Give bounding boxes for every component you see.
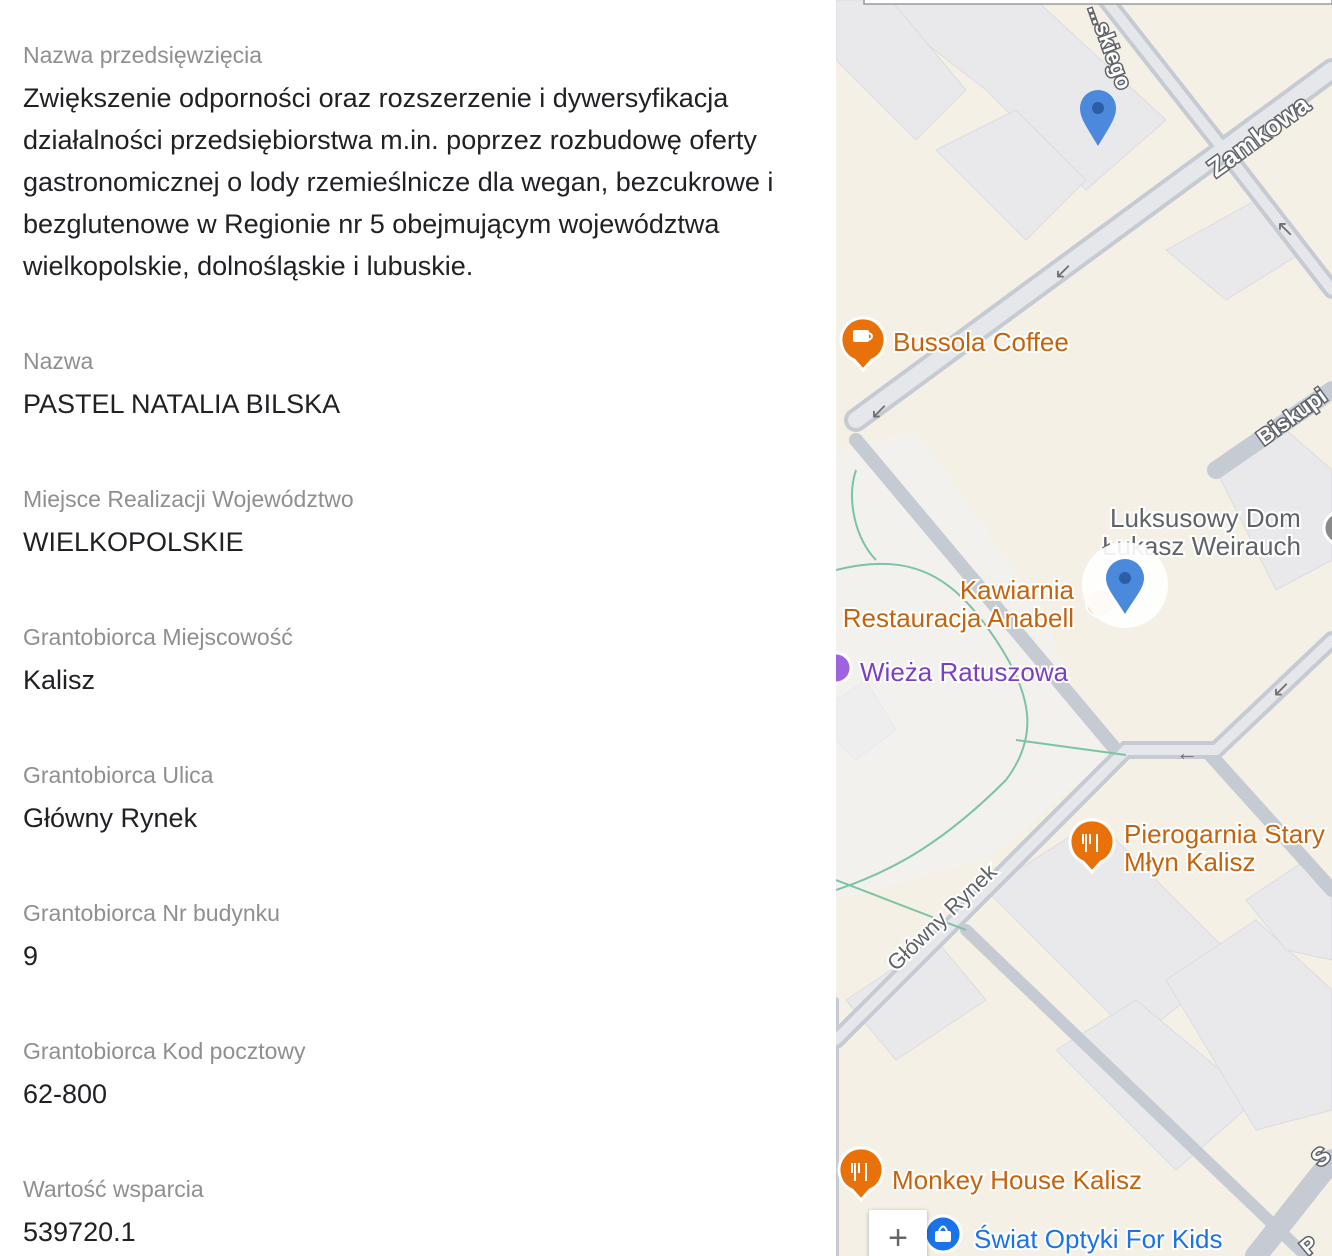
poi-label: Świat Optyki For Kids — [974, 1224, 1223, 1254]
field-label: Grantobiorca Miejscowość — [23, 624, 293, 650]
field-building-number: Grantobiorca Nr budynku 9 — [23, 898, 783, 977]
selected-location-pin-icon[interactable] — [1082, 542, 1168, 628]
field-label: Grantobiorca Ulica — [23, 762, 214, 788]
coffee-icon — [839, 316, 887, 373]
landmark-icon — [836, 651, 853, 685]
field-value: Zwiększenie odporności oraz rozszerzenie… — [23, 83, 774, 281]
field-label: Wartość wsparcia — [23, 1176, 204, 1202]
poi-kawiarnia-anabell[interactable]: Kawiarnia Restauracja Anabell — [841, 573, 1115, 635]
field-project-name: Nazwa przedsięwzięcia Zwiększenie odporn… — [23, 40, 783, 287]
fork-knife-icon — [837, 1146, 885, 1203]
poi-label-line1: Pierogarnia Stary — [1124, 819, 1325, 849]
field-label: Miejsce Realizacji Województwo — [23, 486, 354, 512]
location-pin-icon[interactable] — [1080, 90, 1116, 146]
field-label: Nazwa — [23, 348, 94, 374]
field-value: 62-800 — [23, 1079, 108, 1109]
field-support-value: Wartość wsparcia 539720.1 — [23, 1174, 783, 1253]
map-view[interactable]: ↙ ↙ ↖ ↙ ← ...skiego Zamkowa Biskupi Głów… — [836, 0, 1332, 1256]
poi-swiat-optyki[interactable]: Świat Optyki For Kids — [923, 1214, 1225, 1256]
field-value: Kalisz — [23, 665, 96, 695]
poi-label-line1: Luksusowy Dom — [1110, 503, 1301, 533]
field-label: Nazwa przedsięwzięcia — [23, 42, 263, 68]
poi-label: Wieża Ratuszowa — [860, 657, 1069, 687]
field-voivodeship: Miejsce Realizacji Województwo WIELKOPOL… — [23, 484, 783, 563]
poi-label: Monkey House Kalisz — [892, 1165, 1142, 1195]
poi-monkey-house[interactable]: Monkey House Kalisz — [837, 1146, 1144, 1203]
field-value: PASTEL NATALIA BILSKA — [23, 389, 341, 419]
poi-layer[interactable]: Bussola Coffee Luksusowy Dom Łukasz Weir… — [836, 0, 1332, 1256]
field-label: Grantobiorca Kod pocztowy — [23, 1038, 306, 1064]
poi-label-line2: Restauracja Anabell — [843, 603, 1074, 633]
shop-icon — [1322, 512, 1332, 544]
poi-pierogarnia[interactable]: Pierogarnia Stary Młyn Kalisz — [1068, 817, 1327, 879]
field-value: WIELKOPOLSKIE — [23, 527, 244, 557]
poi-label-line2: Młyn Kalisz — [1124, 847, 1255, 877]
field-value: Główny Rynek — [23, 803, 198, 833]
field-postal-code: Grantobiorca Kod pocztowy 62-800 — [23, 1036, 783, 1115]
zoom-in-button[interactable]: + — [869, 1210, 927, 1256]
poi-label: Bussola Coffee — [893, 327, 1069, 357]
shopping-bag-icon — [923, 1214, 963, 1254]
field-street: Grantobiorca Ulica Główny Rynek — [23, 760, 783, 839]
poi-wieza-ratuszowa[interactable]: Wieża Ratuszowa — [836, 651, 1071, 689]
field-label: Grantobiorca Nr budynku — [23, 900, 280, 926]
poi-bussola-coffee[interactable]: Bussola Coffee — [839, 316, 1071, 373]
details-panel: Nazwa przedsięwzięcia Zwiększenie odporn… — [0, 0, 836, 1256]
poi-label-line1: Kawiarnia — [960, 575, 1075, 605]
field-value: 539720.1 — [23, 1217, 136, 1247]
field-value: 9 — [23, 941, 39, 971]
field-name: Nazwa PASTEL NATALIA BILSKA — [23, 346, 783, 425]
fork-knife-icon — [1068, 818, 1116, 875]
field-city: Grantobiorca Miejscowość Kalisz — [23, 622, 783, 701]
